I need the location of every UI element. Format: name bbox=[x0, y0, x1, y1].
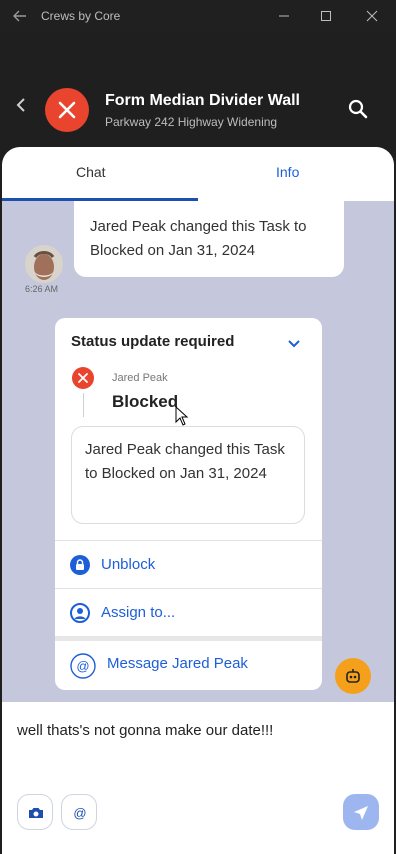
minimize-icon[interactable] bbox=[272, 4, 296, 28]
svg-text:@: @ bbox=[73, 806, 86, 821]
mouse-cursor-icon bbox=[175, 405, 189, 426]
svg-text:@: @ bbox=[76, 659, 89, 674]
chat-message-bubble: Jared Peak changed this Task to Blocked … bbox=[74, 201, 344, 277]
status-label: Blocked bbox=[112, 392, 179, 411]
window-title: Crews by Core bbox=[41, 9, 121, 23]
camera-button[interactable] bbox=[17, 794, 53, 830]
camera-icon bbox=[29, 808, 43, 818]
message-composer[interactable]: well thats's not gonna make our date!!! … bbox=[2, 702, 394, 854]
blocked-x-icon bbox=[72, 367, 94, 389]
message-user-button[interactable]: @ Message Jared Peak bbox=[55, 641, 322, 689]
at-icon: @ bbox=[70, 653, 96, 679]
chevron-down-icon[interactable] bbox=[285, 334, 303, 352]
tab-bar: Chat Info bbox=[2, 147, 394, 201]
chat-panel: Chat Info Jared Peak changed this Task t… bbox=[2, 147, 394, 854]
maximize-icon[interactable] bbox=[314, 4, 338, 28]
card-title: Status update required bbox=[71, 333, 235, 350]
task-header: Form Median Divider Wall Parkway 242 Hig… bbox=[0, 32, 396, 157]
robot-icon bbox=[346, 669, 360, 683]
status-user: Jared Peak bbox=[112, 372, 168, 384]
message-timestamp: 6:26 AM bbox=[25, 284, 59, 294]
tab-info[interactable]: Info bbox=[276, 164, 299, 180]
search-icon[interactable] bbox=[347, 98, 369, 120]
timeline-line bbox=[83, 393, 84, 417]
back-arrow-icon[interactable] bbox=[8, 4, 32, 28]
user-icon bbox=[70, 603, 90, 623]
unblock-button[interactable]: Unblock bbox=[55, 540, 322, 588]
project-subtitle: Parkway 242 Highway Widening bbox=[105, 115, 278, 129]
send-icon bbox=[354, 806, 368, 820]
message-user-label: Message Jared Peak bbox=[107, 655, 248, 672]
at-icon: @ bbox=[73, 806, 86, 821]
send-button[interactable] bbox=[343, 794, 379, 830]
chevron-left-icon[interactable] bbox=[12, 96, 30, 114]
status-update-card: Status update required Jared Peak Blocke… bbox=[55, 318, 322, 690]
assign-to-label: Assign to... bbox=[101, 604, 176, 621]
window-titlebar: Crews by Core bbox=[0, 0, 396, 32]
task-title: Form Median Divider Wall bbox=[105, 92, 300, 109]
status-message-box: Jared Peak changed this Task to Blocked … bbox=[71, 426, 305, 524]
avatar[interactable] bbox=[25, 245, 63, 283]
lock-icon bbox=[70, 555, 90, 575]
unblock-label: Unblock bbox=[101, 556, 156, 573]
robot-assistant-button[interactable] bbox=[335, 658, 371, 694]
mention-button[interactable]: @ bbox=[61, 794, 97, 830]
message-input[interactable]: well thats's not gonna make our date!!! bbox=[17, 718, 277, 744]
blocked-x-icon bbox=[45, 88, 89, 132]
close-icon[interactable] bbox=[360, 4, 384, 28]
assign-to-button[interactable]: Assign to... bbox=[55, 588, 322, 636]
tab-chat[interactable]: Chat bbox=[76, 164, 106, 180]
